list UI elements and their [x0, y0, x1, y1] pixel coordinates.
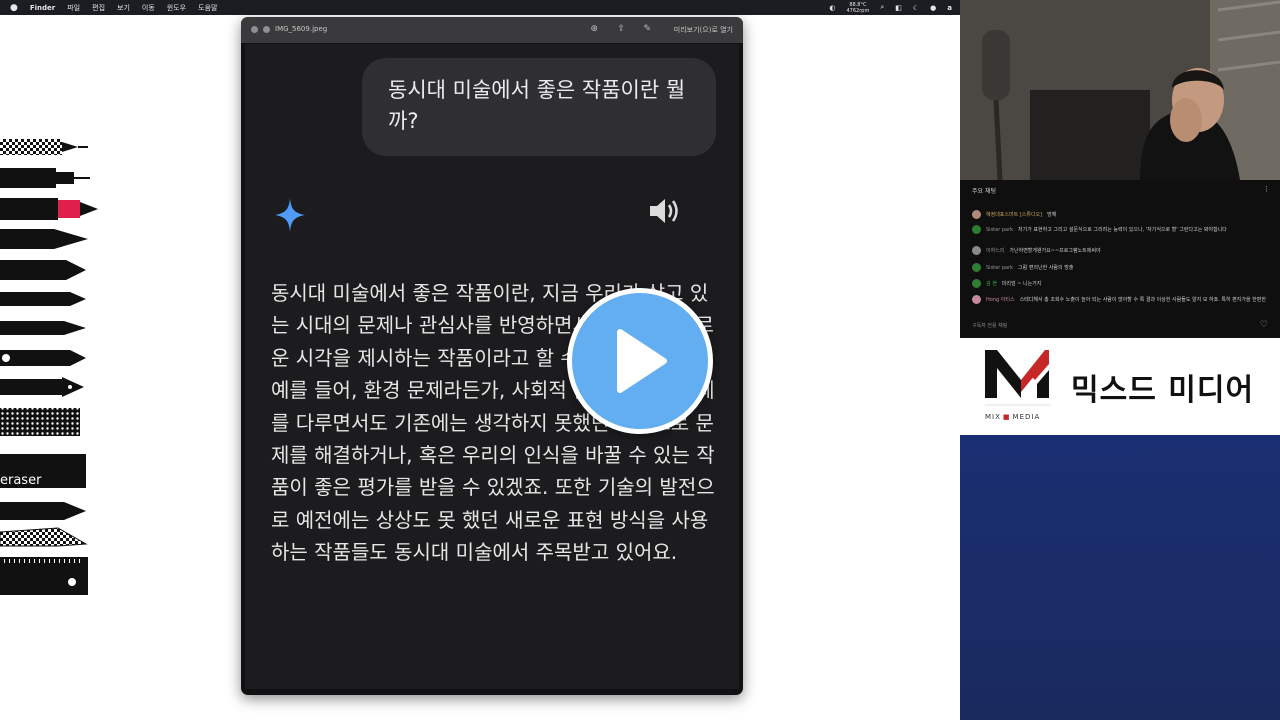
night-mode-icon[interactable]: ☾ — [913, 4, 919, 12]
red-marker-icon[interactable] — [0, 198, 98, 220]
chat-avatar — [972, 225, 981, 234]
eraser-icon[interactable]: eraser — [0, 454, 86, 488]
window-filename: IMG_5609.jpeg — [275, 25, 328, 33]
webcam-scene — [960, 0, 1280, 180]
speaker-icon[interactable] — [647, 196, 681, 226]
chat-avatar — [972, 279, 981, 288]
menu-view[interactable]: 보기 — [117, 3, 130, 13]
chat-author: Sister park — [986, 226, 1014, 233]
chat-message: Sister park 저기가 표현하고 그리고 설문식으로 그리려는 능력이 … — [972, 225, 1268, 234]
menu-edit[interactable]: 편집 — [92, 3, 105, 13]
menu-help[interactable]: 도움말 — [198, 3, 217, 13]
chat-text: 저기가 표현하고 그리고 설문식으로 그리려는 능력이 있으나, '자기식으로 … — [1018, 227, 1227, 233]
chat-avatar — [972, 263, 981, 272]
chat-message: Hong 아티스 스테디해서 총 조회수 노출이 높아 되는 사람이 많아할 수… — [972, 295, 1268, 304]
menu-go[interactable]: 이동 — [142, 3, 155, 13]
pencil-icon[interactable] — [0, 292, 86, 306]
menu-finder[interactable]: Finder — [30, 4, 55, 12]
webcam-feed — [960, 0, 1280, 180]
apple-menu-icon[interactable]: ● — [10, 3, 18, 13]
blue-background — [960, 435, 1280, 720]
chat-text: 미리엄 ~ 니는거지 — [1001, 281, 1042, 287]
menu-file[interactable]: 파일 — [67, 3, 80, 13]
menu-bar: ● Finder 파일 편집 보기 이동 윈도우 도움말 ◐ 88.8°C 47… — [0, 0, 960, 15]
chat-menu-icon[interactable]: ⋮ — [1263, 185, 1270, 193]
chat-message: 혜정대표스마트 [스튜디오] 방해 — [972, 210, 1268, 219]
logo-sub-right: MEDIA — [1012, 413, 1041, 421]
chat-avatar — [972, 210, 981, 219]
share-icon[interactable]: ⇧ — [617, 24, 625, 34]
menu-window[interactable]: 윈도우 — [167, 3, 186, 13]
technical-pen-icon[interactable] — [0, 168, 90, 188]
spray-icon[interactable] — [0, 408, 80, 436]
chat-avatar — [972, 246, 981, 255]
chat-text: 방해 — [1047, 212, 1057, 218]
channel-name: 믹스드 미디어 — [1071, 373, 1255, 408]
zoom-icon[interactable]: ⊕ — [590, 24, 598, 34]
window-titlebar: IMG_5609.jpeg ⊕ ⇧ ✎ 미리보기(으)로 열기 — [241, 17, 743, 43]
fan-speed-value: 4762rpm — [846, 7, 870, 14]
fountain-pen-icon[interactable] — [0, 377, 84, 397]
chat-footer[interactable]: 구독자 전용 채팅 — [972, 322, 1007, 329]
brush-pen-icon[interactable] — [0, 229, 88, 249]
toggle-icon[interactable]: ◧ — [895, 4, 902, 12]
chat-header[interactable]: 주요 채팅 — [972, 186, 996, 195]
ruler-icon[interactable] — [0, 557, 88, 595]
eraser-label: eraser — [0, 473, 42, 488]
minimize-button[interactable] — [263, 26, 270, 33]
chat-text: 그럼 편의난한 사람의 방출 — [1018, 265, 1074, 271]
control-center-icon[interactable]: ◐ — [829, 4, 835, 12]
temperature-value: 88.8°C — [849, 1, 867, 8]
play-icon — [617, 329, 667, 393]
gemini-sparkle-icon — [275, 198, 305, 232]
settings-icon[interactable]: ● — [930, 4, 936, 12]
chat-avatar — [972, 295, 981, 304]
chat-author: 이하느리 — [986, 248, 1005, 254]
heart-icon[interactable]: ♡ — [1260, 320, 1268, 330]
chat-message: 김 현 미리엄 ~ 니는거지 — [972, 279, 1268, 288]
video-play-button[interactable] — [567, 288, 713, 434]
markup-icon[interactable]: ✎ — [643, 24, 651, 34]
app-icon[interactable]: a — [947, 4, 952, 12]
chat-author: 혜정대표스마트 [스튜디오] — [986, 212, 1043, 218]
chat-author: 김 현 — [986, 281, 997, 287]
ring-pen-icon[interactable] — [0, 350, 86, 366]
open-with-preview-button[interactable]: 미리보기(으)로 열기 — [674, 25, 733, 35]
knife-icon[interactable] — [0, 502, 86, 520]
stream-side-panel: 주요 채팅 ⋮ 혜정대표스마트 [스튜디오] 방해 Sister park 저기… — [960, 0, 1280, 720]
logo-subtext: MIX ■ MEDIA — [985, 413, 1041, 421]
chat-author: Sister park — [986, 264, 1014, 271]
logo-sub-left: MIX — [985, 413, 1001, 421]
checkered-pen-icon[interactable] — [0, 139, 88, 155]
fine-pencil-icon[interactable] — [0, 321, 86, 335]
chat-message: Sister park 그럼 편의난한 사람의 방출 — [972, 263, 1268, 272]
live-chat-panel: 주요 채팅 ⋮ 혜정대표스마트 [스튜디오] 방해 Sister park 저기… — [960, 180, 1280, 338]
brand-banner: MIX ■ MEDIA 믹스드 미디어 — [960, 338, 1280, 435]
user-prompt-bubble: 동시대 미술에서 좋은 작품이란 뭘까? — [362, 58, 716, 156]
crayon-icon[interactable] — [0, 260, 86, 280]
chat-author: Hong 아티스 — [986, 297, 1015, 303]
drawing-tools-strip: eraser — [0, 139, 98, 595]
close-button[interactable] — [251, 26, 258, 33]
chat-text: 가난하면할게왠가요~~프로그램노트에써야 — [1009, 248, 1101, 254]
temperature-widget[interactable]: 88.8°C 4762rpm — [847, 2, 870, 14]
mixed-media-logo — [985, 350, 1051, 406]
chat-message: 이하느리 가난하면할게왠가요~~프로그램노트에써야 — [972, 246, 1268, 255]
chat-text: 스테디해서 총 조회수 노출이 높아 되는 사람이 많아할 수 록 결과 이상한… — [1019, 297, 1268, 303]
checkered-blade-icon[interactable] — [0, 527, 88, 547]
menu-search-icon[interactable]: ⌕ — [880, 3, 884, 12]
